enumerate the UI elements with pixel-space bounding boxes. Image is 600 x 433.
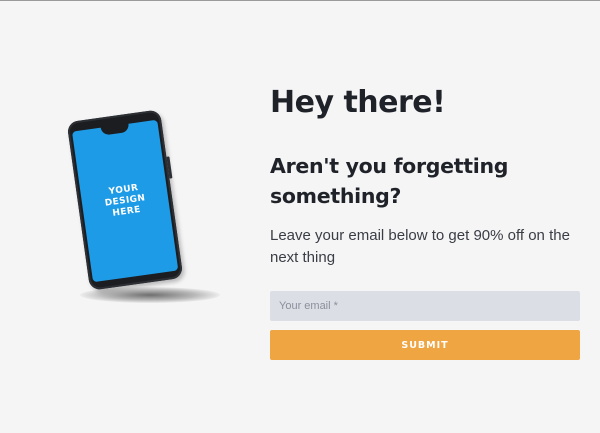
signup-panel: Hey there! Aren't you forgetting somethi…: [270, 83, 582, 360]
email-field[interactable]: [270, 291, 580, 321]
phone-screen: YOUR DESIGN HERE: [71, 119, 179, 283]
phone-shadow: [80, 287, 220, 303]
phone-side-button: [166, 156, 173, 179]
submit-button[interactable]: SUBMIT: [270, 330, 580, 360]
phone-notch: [100, 122, 130, 136]
phone-mockup: YOUR DESIGN HERE: [50, 109, 240, 319]
subheadline: Aren't you forgetting something?: [270, 154, 509, 208]
email-form: SUBMIT: [270, 291, 582, 360]
phone-body: YOUR DESIGN HERE: [66, 109, 184, 291]
phone-screen-label: YOUR DESIGN HERE: [104, 182, 146, 219]
description-text: Leave your email below to get 90% off on…: [270, 227, 570, 266]
page-title: Hey there!: [270, 85, 446, 120]
